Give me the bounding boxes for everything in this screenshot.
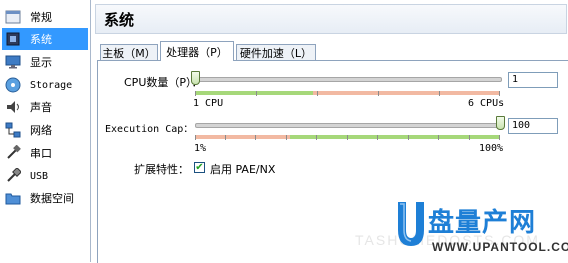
- page-title: 系统: [104, 11, 135, 29]
- watermark-title: 盘量产网: [428, 208, 537, 238]
- cpu-scale-red: [313, 91, 500, 95]
- tab-label: 硬件加速（L）: [239, 46, 313, 60]
- cpu-slider-track: [195, 77, 502, 82]
- sidebar-item-audio[interactable]: 声音: [2, 96, 88, 118]
- tab-acceleration[interactable]: 硬件加速（L）: [236, 44, 316, 60]
- cpu-tick: [195, 91, 196, 96]
- sidebar-item-display[interactable]: 显示: [2, 51, 88, 73]
- sidebar-item-network[interactable]: 网络: [2, 119, 88, 141]
- cap-scale-red: [195, 135, 290, 139]
- execution-cap-input[interactable]: 100: [508, 118, 558, 134]
- cpu-min-label: 1 CPU: [193, 98, 224, 109]
- tab-processor[interactable]: 处理器（P）: [160, 41, 234, 61]
- tab-label: 处理器（P）: [166, 45, 228, 59]
- sidebar-item-label: 声音: [30, 101, 52, 114]
- sidebar-item-label: 显示: [30, 56, 52, 69]
- cpu-slider-scale: [195, 91, 500, 95]
- execution-cap-label: Execution Cap：: [105, 124, 194, 135]
- sidebar-item-label: 数据空间: [30, 192, 74, 205]
- sidebar-item-shared-folders[interactable]: 数据空间: [2, 187, 88, 209]
- network-icon: [4, 121, 22, 139]
- settings-sidebar: 常规 系统 显示 Storage 声音 网络 串口 USB 数据空间: [0, 0, 91, 262]
- audio-icon: [4, 98, 22, 116]
- check-icon: ✔: [195, 161, 204, 173]
- pae-nx-label: 启用 PAE/NX: [210, 163, 276, 176]
- sidebar-item-usb[interactable]: USB: [2, 165, 88, 187]
- sidebar-item-storage[interactable]: Storage: [2, 74, 88, 96]
- tab-label: 主板（M）: [102, 46, 156, 60]
- sidebar-item-label: 系统: [30, 33, 52, 46]
- system-icon: [4, 30, 22, 48]
- cap-tick: [377, 135, 378, 140]
- tab-motherboard[interactable]: 主板（M）: [100, 44, 158, 60]
- cap-tick: [225, 135, 226, 140]
- cap-max-label: 100%: [479, 143, 504, 154]
- cpu-slider-thumb[interactable]: [190, 71, 200, 85]
- sidebar-item-label: 串口: [30, 147, 52, 160]
- sidebar-item-label: Storage: [30, 79, 73, 91]
- cpu-tick: [378, 91, 379, 96]
- serial-port-icon: [4, 144, 22, 162]
- upantool-logo-icon: [398, 202, 424, 246]
- cpu-tick: [499, 91, 500, 96]
- sidebar-item-serial[interactable]: 串口: [2, 142, 88, 164]
- extended-features-label: 扩展特性：: [134, 163, 189, 176]
- cpu-scale-green: [195, 91, 313, 95]
- sidebar-item-label: 网络: [30, 124, 52, 137]
- cap-tick: [408, 135, 409, 140]
- storage-icon: [4, 76, 22, 94]
- sidebar-item-system[interactable]: 系统: [2, 28, 88, 50]
- cap-tick: [316, 135, 317, 140]
- cpu-count-input[interactable]: 1: [508, 72, 558, 88]
- cap-tick: [469, 135, 470, 140]
- cap-slider-thumb[interactable]: [495, 116, 505, 130]
- cap-tick: [499, 135, 500, 140]
- watermark-url: WWW.UPANTOOL.COM: [432, 240, 568, 254]
- cap-slider-track: [195, 123, 502, 128]
- cpu-max-label: 6 CPUs: [468, 98, 505, 109]
- display-icon: [4, 53, 22, 71]
- cap-tick: [347, 135, 348, 140]
- sidebar-item-general[interactable]: 常规: [2, 6, 88, 28]
- cap-tick: [195, 135, 196, 140]
- shared-folders-icon: [4, 189, 22, 207]
- sidebar-item-label: 常规: [30, 11, 52, 24]
- page-header: 系统: [95, 4, 567, 34]
- cpu-tick: [317, 91, 318, 96]
- sidebar-item-label: USB: [30, 170, 49, 182]
- cap-tick: [255, 135, 256, 140]
- cpu-tick: [256, 91, 257, 96]
- pae-nx-checkbox[interactable]: ✔: [194, 162, 205, 173]
- cap-tick: [438, 135, 439, 140]
- cap-min-label: 1%: [194, 143, 207, 154]
- cap-tick: [286, 135, 287, 140]
- cpu-tick: [439, 91, 440, 96]
- usb-icon: [4, 167, 22, 185]
- general-icon: [4, 8, 22, 26]
